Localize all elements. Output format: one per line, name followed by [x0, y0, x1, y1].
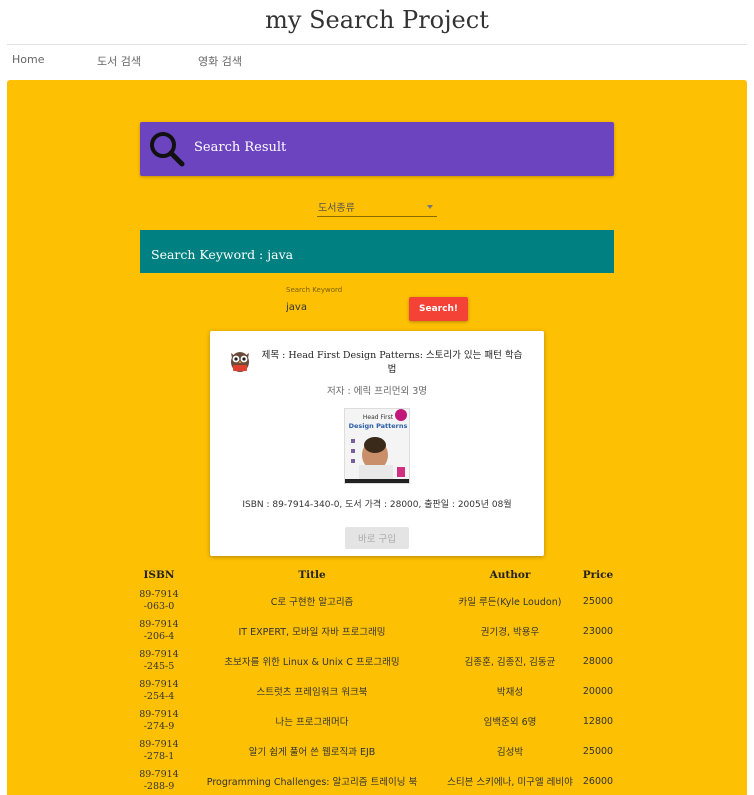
header-title: Title: [298, 569, 326, 581]
row-title: IT EXPERT, 모바일 자바 프로그래밍: [238, 627, 386, 638]
book-cover-image: Head First Design Patterns: [344, 408, 410, 484]
table-row[interactable]: 89-7914-274-9 나는 프로그래머다 임백준외 6명 12800: [136, 706, 618, 736]
row-title: 초보자를 위한 Linux & Unix C 프로그래밍: [224, 657, 400, 668]
row-author: 카일 루든(Kyle Loudon): [458, 597, 562, 608]
row-price: 20000: [582, 685, 614, 697]
header-price: Price: [582, 569, 614, 581]
owl-icon: [231, 352, 249, 372]
row-author: 권기경, 박용우: [480, 627, 540, 638]
row-isbn: 89-7914-288-9: [139, 769, 179, 792]
chevron-down-icon: [427, 205, 433, 209]
nav-book-search[interactable]: 도서 검색: [97, 53, 141, 69]
book-author: 저자 : 에릭 프리먼외 3명: [327, 386, 427, 397]
row-title: 알기 쉽게 풀어 쓴 웹로직과 EJB: [248, 747, 376, 758]
buy-button[interactable]: 바로 구입: [345, 527, 409, 549]
search-input[interactable]: [285, 298, 395, 316]
search-result-title: Search Result: [194, 140, 287, 155]
table-row[interactable]: 89-7914-254-4 스트럿츠 프레임워크 워크북 박재성 20000: [136, 676, 618, 706]
book-title: 제목 : Head First Design Patterns: 스토리가 있는…: [261, 350, 523, 375]
row-isbn: 89-7914-245-5: [139, 649, 179, 672]
row-isbn: 89-7914-063-0: [139, 589, 179, 612]
site-title: my Search Project: [265, 6, 489, 34]
row-title: Programming Challenges: 알고리즘 트레이닝 북: [206, 777, 418, 788]
table-header-row: ISBN Title Author Price: [136, 564, 618, 586]
search-input-label: Search Keyword: [286, 286, 343, 294]
row-price: 28000: [582, 655, 614, 667]
row-price: 12800: [582, 715, 614, 727]
row-price: 23000: [582, 625, 614, 637]
search-icon: [150, 132, 185, 167]
search-field: Search Keyword: [285, 285, 395, 317]
row-isbn: 89-7914-274-9: [139, 709, 179, 732]
table-row[interactable]: 89-7914-063-0 C로 구현한 알고리즘 카일 루든(Kyle Lou…: [136, 586, 618, 616]
nav-home[interactable]: Home: [12, 53, 44, 66]
row-price: 26000: [582, 775, 614, 787]
row-title: C로 구현한 알고리즘: [270, 597, 354, 608]
row-isbn: 89-7914-278-1: [139, 739, 179, 762]
cover-series-text: Head First: [363, 414, 394, 421]
book-card: 제목 : Head First Design Patterns: 스토리가 있는…: [210, 331, 544, 556]
table-row[interactable]: 89-7914-245-5 초보자를 위한 Linux & Unix C 프로그…: [136, 646, 618, 676]
search-result-banner: Search Result: [140, 122, 614, 176]
results-table: ISBN Title Author Price 89-7914-063-0 C로…: [136, 564, 618, 795]
row-title: 스트럿츠 프레임워크 워크북: [256, 687, 368, 698]
table-row[interactable]: 89-7914-278-1 알기 쉽게 풀어 쓴 웹로직과 EJB 김성박 25…: [136, 736, 618, 766]
row-author: 임백준외 6명: [483, 717, 537, 728]
row-isbn: 89-7914-254-4: [139, 679, 179, 702]
row-price: 25000: [582, 745, 614, 757]
keyword-value: java: [267, 247, 294, 262]
keyword-prefix: Search Keyword :: [151, 247, 268, 262]
row-author: 스티븐 스키에나, 미구엘 레비야: [447, 777, 573, 788]
book-meta: ISBN : 89-7914-340-0, 도서 가격 : 28000, 출판일…: [242, 500, 512, 510]
row-isbn: 89-7914-206-4: [139, 619, 179, 642]
row-author: 김성박: [496, 747, 524, 758]
nav-movie-search[interactable]: 영화 검색: [198, 53, 242, 69]
row-author: 김종훈, 김종진, 김동균: [464, 657, 556, 668]
row-author: 박재성: [496, 687, 524, 698]
search-keyword-banner: Search Keyword : java: [140, 230, 614, 273]
main-panel: Search Result 도서종류 Search Keyword : java…: [7, 80, 747, 795]
category-select-value: 도서종류: [318, 203, 355, 214]
row-price: 25000: [582, 595, 614, 607]
header-author: Author: [489, 569, 531, 581]
header-isbn: ISBN: [143, 569, 175, 581]
table-row[interactable]: 89-7914-288-9 Programming Challenges: 알고…: [136, 766, 618, 795]
table-row[interactable]: 89-7914-206-4 IT EXPERT, 모바일 자바 프로그래밍 권기…: [136, 616, 618, 646]
category-select[interactable]: 도서종류: [317, 197, 437, 217]
search-button[interactable]: Search!: [409, 297, 468, 321]
row-title: 나는 프로그래머다: [275, 717, 349, 728]
top-nav: Home 도서 검색 영화 검색: [7, 44, 747, 74]
cover-title-text: Design Patterns: [349, 422, 408, 430]
